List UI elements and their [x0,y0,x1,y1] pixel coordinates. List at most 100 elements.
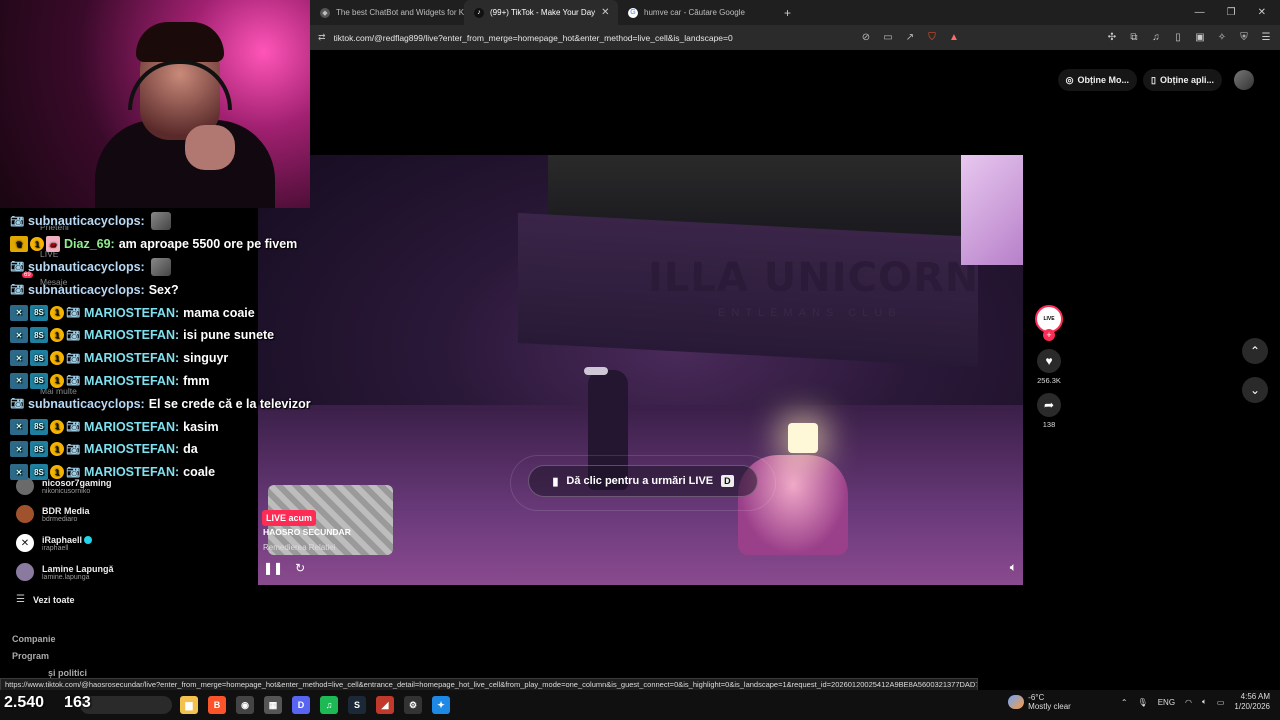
sidebar-followed-user[interactable]: BDR Media bdrmediaro [16,505,90,523]
sidebar-followed-user[interactable]: ✕ iRaphaell iraphaell [16,534,93,552]
address-bar: ⇄ tiktok.com/@redflag899/live?enter_from… [310,25,1280,50]
user-name: BDR Media [42,505,90,516]
vpn-shield-icon[interactable]: ⛨ [1238,32,1250,43]
chat-badges: ✕ 8S 1 📷︎ [10,304,80,321]
maximize-icon[interactable]: ❐ [1227,7,1236,18]
chevron-down-icon: ⌄ [1249,383,1261,397]
camera-badge-icon: ✕ [10,372,28,389]
tab-title: The best ChatBot and Widgets for K [336,8,464,17]
chat-username: MARIOSTEFAN: [84,305,180,320]
footer-policies-link[interactable]: și politici [48,668,87,678]
speaker-icon[interactable]: 🔈︎ [1202,697,1207,707]
user-name: iRaphaell [42,535,93,545]
menu-icon[interactable]: ☰ [1260,32,1272,43]
discord-icon[interactable]: D [292,696,310,714]
list-icon: ☰ [16,594,25,605]
tray-overflow-icon[interactable]: ⌃ [1121,698,1128,707]
media-icon[interactable]: ♫ [1150,32,1162,43]
share-icon[interactable]: ↗ [904,32,916,43]
new-tab-icon[interactable]: + [784,6,791,20]
footer-company-link[interactable]: Companie [12,634,56,644]
spotify-icon[interactable]: ♫ [320,696,338,714]
chat-message: 📷︎ subnauticacyclops: El se crede că e la … [10,392,360,415]
weather-temp: -6°C [1028,693,1045,702]
gift-count-badge-icon: 1 [30,237,44,252]
cast-icon[interactable]: ▭ [882,32,894,43]
taskbar-search[interactable] [80,696,172,714]
tab-tiktok[interactable]: ♪ (99+) TikTok - Make Your Day ✕ [464,0,618,25]
sidebar-followed-user[interactable]: Lamine Lapungă lamine.lapunga [16,563,114,581]
screenshot-icon[interactable]: ⧉ [1128,32,1140,43]
vpn-icon[interactable]: ✦ [432,696,450,714]
live-now-badge: LIVE acum [262,510,317,526]
extensions-icon[interactable]: ✣ [1106,32,1118,43]
chat-text: kasim [183,419,219,434]
chat-badges: ✕ 8S 1 📷︎ [10,350,80,367]
chat-badges: ✕ 8S 1 📷︎ [10,418,80,435]
previous-video-button[interactable]: ⌃ [1242,338,1268,364]
battery-icon[interactable]: ▭ [1217,698,1225,707]
camera-icon: 📷︎ [66,352,80,365]
chatbot-favicon-icon: ◆ [320,7,330,18]
camera-badge-icon: ✕ [10,327,28,344]
wallet-icon[interactable]: ▣ [1194,32,1206,43]
tab-google[interactable]: G humve car - Căutare Google [618,0,772,25]
chat-message: ✕ 8S 1 📷︎ MARIOSTEFAN: singuyr [10,347,360,370]
obs-icon[interactable]: ◉ [236,696,254,714]
next-video-button[interactable]: ⌄ [1242,377,1268,403]
sidebar-icon[interactable]: ▯ [1172,32,1184,43]
chat-message: ✕ 8S 1 📷︎ MARIOSTEFAN: da [10,438,360,461]
profile-avatar[interactable] [1234,70,1254,90]
close-tab-icon[interactable]: ✕ [601,7,609,18]
ai-assistant-icon[interactable]: ✧ [1216,32,1228,43]
brave-shields-icon[interactable]: ⛉ [926,32,938,43]
steam-icon[interactable]: S [348,696,366,714]
refresh-icon[interactable]: ↻ [295,561,305,575]
chat-text: coale [183,465,216,480]
file-explorer-icon[interactable]: ▆ [180,696,198,714]
app-red-icon[interactable]: ◢ [376,696,394,714]
gift-count-badge-icon: 1 [50,442,64,457]
clock[interactable]: 4:56 AM 1/20/2026 [1234,692,1270,712]
minimize-icon[interactable]: — [1195,7,1205,18]
share-count: 138 [1042,420,1056,429]
window-controls: — ❐ ✕ [1195,7,1280,18]
chat-message: 📷︎ subnauticacyclops: [10,210,360,233]
brave-rewards-icon[interactable]: ▲ [948,32,960,43]
gift-count-badge-icon: 1 [50,351,64,366]
get-app-button[interactable]: ▯ Obține apli... [1143,69,1222,91]
weather-widget[interactable]: -6°C Mostly clear [1008,693,1071,711]
watch-live-button[interactable]: ▮ Dă clic pentru a urmări LIVE D [528,465,758,497]
like-button[interactable]: ♥ [1037,349,1061,373]
user-handle: lamine.lapunga [42,573,90,581]
camera-icon: 📷︎ [10,215,24,228]
brave-icon[interactable]: B [208,696,226,714]
cam-hands [185,125,235,170]
close-window-icon[interactable]: ✕ [1258,7,1266,18]
tab-chatbot[interactable]: ◆ The best ChatBot and Widgets for K [310,0,464,25]
see-all-button[interactable]: ☰ Vezi toate [16,594,74,605]
follow-plus-icon[interactable]: + [1043,329,1055,341]
share-button[interactable]: ➦ [1037,393,1061,417]
avatar [16,563,34,581]
store-icon[interactable]: ▦ [264,696,282,714]
microphone-icon[interactable]: 🎙︎ [1138,698,1148,707]
live-video-player[interactable]: ILLA UNICORN ENTLEMANS CLUB ▮ Dă clic pe… [258,155,1023,585]
volume-icon[interactable]: 🔈︎ [1010,560,1017,575]
google-favicon-icon: G [628,7,638,18]
site-info-icon[interactable]: ⇄ [318,32,326,43]
gift-count-badge-icon: 1 [50,305,64,320]
chat-text: da [183,442,198,457]
settings-app-icon[interactable]: ⚙ [404,696,422,714]
language-indicator[interactable]: ENG [1158,698,1175,707]
get-coins-button[interactable]: ◎ Obține Mo... [1057,69,1138,91]
chat-message: ✕ 8S 1 📷︎ MARIOSTEFAN: fmm [10,370,360,393]
pause-icon[interactable]: ❚❚ [263,561,283,575]
footer-program-link[interactable]: Program [12,651,49,661]
camera-icon: 📷︎ [66,443,80,456]
page-header-actions: ◎ Obține Mo... ▯ Obține apli... [1057,69,1254,91]
wifi-icon[interactable]: ◠ [1185,698,1192,707]
url-field[interactable]: tiktok.com/@redflag899/live?enter_from_m… [334,33,860,43]
mute-site-icon[interactable]: ⊘ [860,32,872,43]
cam-hair [136,22,224,62]
